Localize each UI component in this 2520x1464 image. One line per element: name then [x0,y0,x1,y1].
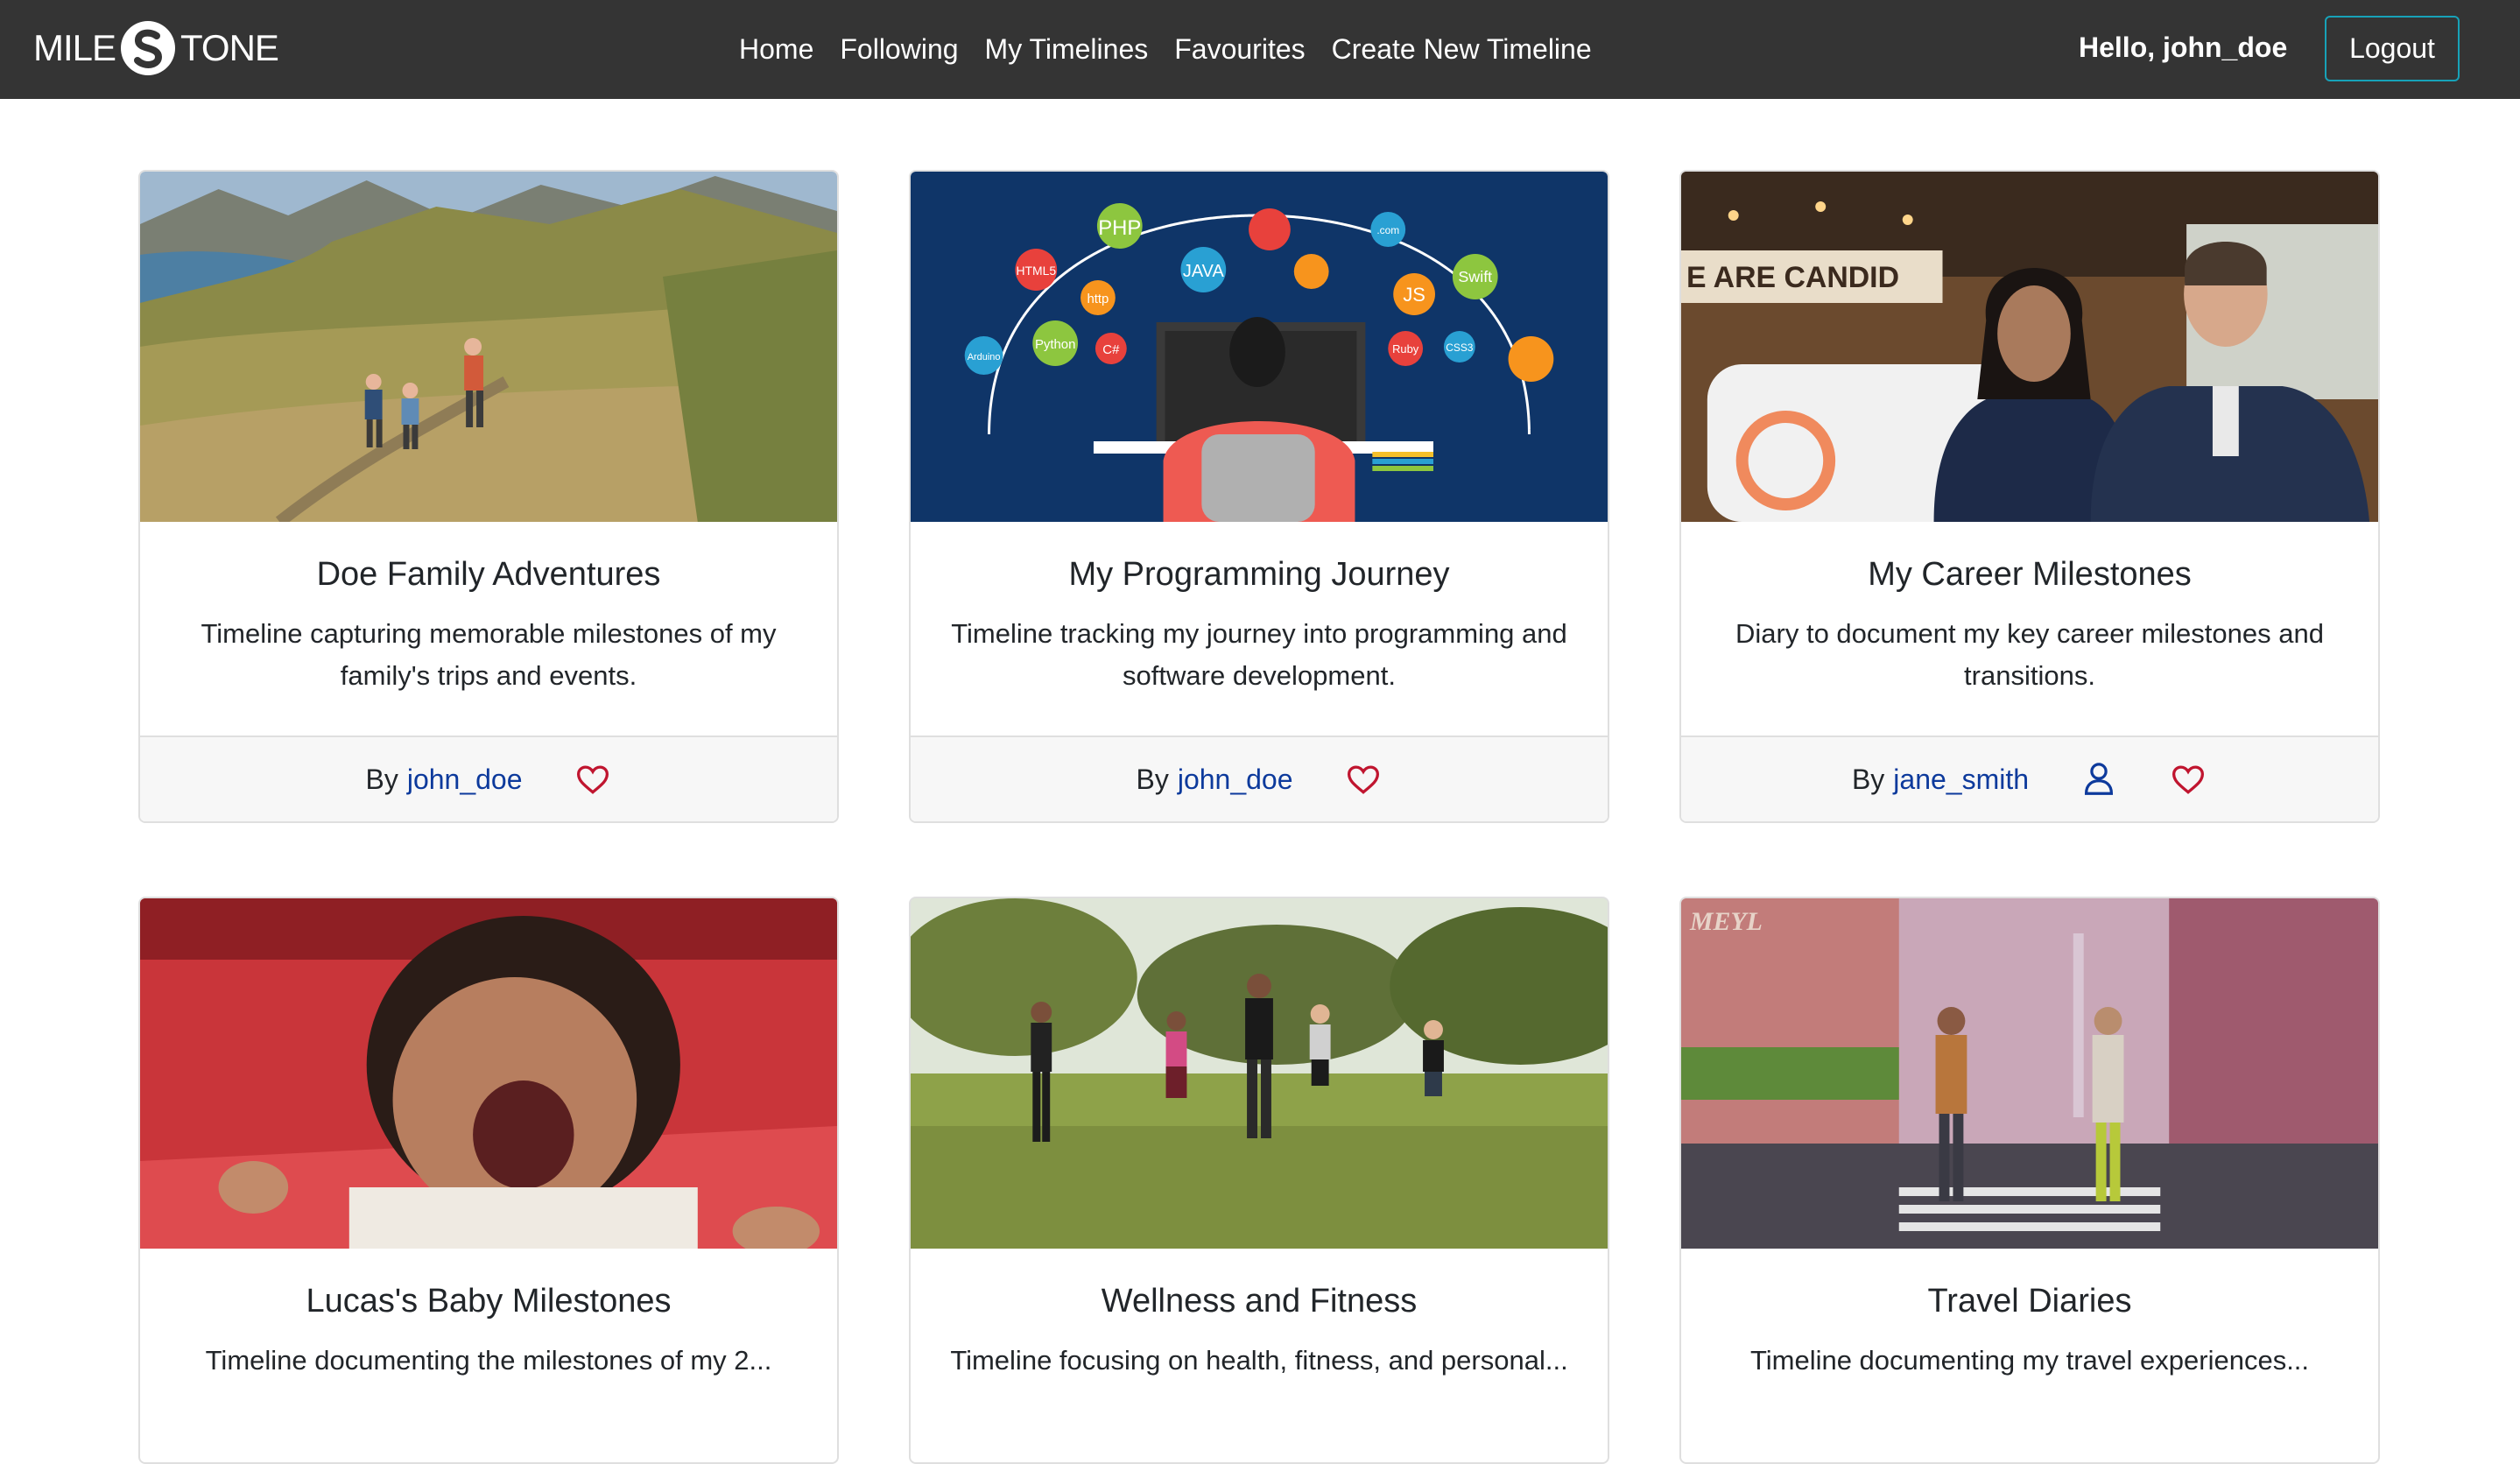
card-image-mountain-hiking[interactable] [140,172,837,522]
author-link[interactable]: john_doe [407,764,523,796]
card-body: Wellness and Fitness Timeline focusing o… [911,1249,1608,1462]
author-link[interactable]: john_doe [1178,764,1293,796]
java-label: JAVA [1183,262,1224,281]
card-image-baby[interactable] [140,898,837,1249]
timeline-card[interactable]: PHP HTML5 JAVA http JS Swift .com Python… [909,170,1609,823]
card-title[interactable]: Travel Diaries [1713,1278,2347,1324]
person-follow-icon[interactable] [2080,760,2118,799]
heart-icon[interactable] [574,760,612,799]
card-description: Timeline focusing on health, fitness, an… [950,1345,1568,1376]
logout-button[interactable]: Logout [2325,16,2460,81]
card-title[interactable]: Wellness and Fitness [942,1278,1576,1324]
by-label: By [365,763,398,795]
timeline-card[interactable]: Lucas's Baby Milestones Timeline documen… [138,897,839,1464]
timeline-card[interactable]: MEYL Travel Diaries Timeline documenting… [1679,897,2380,1464]
card-footer: By jane_smith [1681,736,2378,821]
card-image-programming[interactable]: PHP HTML5 JAVA http JS Swift .com Python… [911,172,1608,522]
card-footer: By john_doe [140,736,837,821]
css3-label: CSS3 [1446,341,1474,354]
storefront-sign-text: MEYL [1689,907,1763,936]
card-body: My Career Milestones Diary to document m… [1681,522,2378,736]
card-description: Timeline capturing memorable milestones … [201,618,777,691]
nav-home[interactable]: Home [739,26,813,72]
python-label: Python [1035,337,1075,352]
card-title[interactable]: My Career Milestones [1713,552,2347,597]
card-description: Timeline documenting the milestones of m… [205,1345,772,1376]
card-description: Timeline tracking my journey into progra… [951,618,1567,691]
card-title[interactable]: Lucas's Baby Milestones [172,1278,806,1324]
card-body: Lucas's Baby Milestones Timeline documen… [140,1249,837,1462]
nav-create-new-timeline[interactable]: Create New Timeline [1332,26,1592,72]
wall-sign-text: E ARE CANDID [1686,261,1899,294]
csharp-label: C# [1102,342,1120,357]
heart-icon[interactable] [1344,760,1383,799]
card-description: Timeline documenting my travel experienc… [1749,1345,2310,1376]
timeline-card[interactable]: Doe Family Adventures Timeline capturing… [138,170,839,823]
com-label: .com [1376,224,1399,236]
nav-favourites[interactable]: Favourites [1174,26,1305,72]
by-label: By [1136,763,1169,795]
user-greeting: Hello, john_doe [2079,32,2288,63]
heart-icon[interactable] [2169,760,2207,799]
card-title[interactable]: My Programming Journey [942,552,1576,597]
top-navbar: MILE TONE Home Following My Timelines Fa… [0,0,2520,99]
ruby-label: Ruby [1392,342,1419,355]
timeline-card[interactable]: Wellness and Fitness Timeline focusing o… [909,897,1609,1464]
card-body: Travel Diaries Timeline documenting my t… [1681,1249,2378,1462]
main-nav: Home Following My Timelines Favourites C… [739,26,1592,72]
card-title[interactable]: Doe Family Adventures [172,552,806,597]
by-label: By [1851,763,1885,795]
card-image-city-street[interactable]: MEYL [1681,898,2378,1249]
card-image-business-people[interactable]: E ARE CANDID [1681,172,2378,522]
milestone-logo[interactable]: MILE TONE [33,19,279,77]
card-description: Diary to document my key career mileston… [1735,618,2324,691]
http-label: http [1087,292,1109,306]
swift-label: Swift [1458,268,1492,285]
nav-following[interactable]: Following [840,26,958,72]
php-label: PHP [1098,216,1141,240]
nav-my-timelines[interactable]: My Timelines [985,26,1149,72]
html5-label: HTML5 [1016,264,1056,278]
logo-text-right: TONE [180,27,279,68]
logo-s-icon [121,21,176,75]
author-link[interactable]: jane_smith [1893,764,2029,796]
js-label: JS [1403,284,1425,306]
logo-text-left: MILE [33,27,116,68]
card-body: My Programming Journey Timeline tracking… [911,522,1608,736]
card-footer: By john_doe [911,736,1608,821]
card-image-fitness[interactable] [911,898,1608,1249]
timeline-card[interactable]: E ARE CANDID My Career Milestones Diary … [1679,170,2380,823]
card-body: Doe Family Adventures Timeline capturing… [140,522,837,736]
arduino-label: Arduino [968,352,1001,362]
